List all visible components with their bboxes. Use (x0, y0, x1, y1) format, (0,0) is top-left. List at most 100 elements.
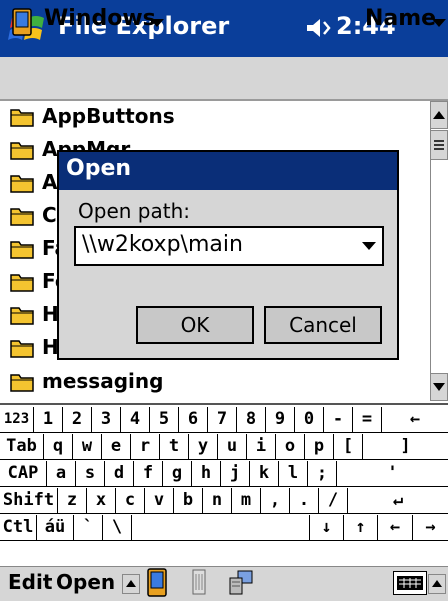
key-6[interactable]: 6 (179, 407, 208, 433)
key-ctl[interactable]: Ctl (0, 515, 37, 541)
key-tab[interactable]: Tab (0, 434, 44, 460)
folder-icon (10, 142, 34, 160)
key-3[interactable]: 3 (92, 407, 121, 433)
key-right-bracket[interactable]: ] (363, 434, 448, 460)
keyboard-row: CAP a s d f g h j k l ; ' (0, 461, 448, 488)
key-apostrophe[interactable]: ' (337, 461, 448, 487)
key-5[interactable]: 5 (150, 407, 179, 433)
dialog-title: Open (66, 156, 132, 181)
cancel-button[interactable]: Cancel (264, 306, 382, 344)
edit-menu[interactable]: Edit (8, 570, 52, 594)
key-8[interactable]: 8 (237, 407, 266, 433)
key-shift[interactable]: Shift (0, 488, 58, 514)
key-w[interactable]: w (73, 434, 102, 460)
key-d[interactable]: d (105, 461, 134, 487)
key-b[interactable]: b (174, 488, 203, 514)
chevron-down-icon[interactable] (362, 242, 376, 250)
key-q[interactable]: q (44, 434, 73, 460)
chevron-down-icon[interactable] (432, 19, 446, 27)
ok-button[interactable]: OK (136, 306, 254, 344)
computer-icon[interactable] (228, 568, 254, 598)
key-semicolon[interactable]: ; (308, 461, 337, 487)
scroll-down-button[interactable] (430, 373, 448, 401)
path-label: Open path: (78, 199, 190, 223)
device-icon[interactable] (146, 568, 168, 598)
key-j[interactable]: j (221, 461, 250, 487)
sort-picker[interactable]: Name (365, 6, 436, 31)
key-1[interactable]: 1 (34, 407, 63, 433)
key-accents[interactable]: áü (37, 515, 74, 541)
key-z[interactable]: z (58, 488, 87, 514)
key-l[interactable]: l (279, 461, 308, 487)
key-left[interactable]: ← (378, 515, 413, 541)
folder-picker[interactable]: Windows (44, 6, 156, 31)
file-name: C (42, 203, 57, 227)
key-0[interactable]: 0 (295, 407, 324, 433)
key-m[interactable]: m (232, 488, 261, 514)
scroll-thumb[interactable] (430, 130, 448, 160)
keyboard-icon[interactable] (393, 571, 427, 595)
key-7[interactable]: 7 (208, 407, 237, 433)
key-right[interactable]: → (413, 515, 448, 541)
folder-icon (10, 208, 34, 226)
key-c[interactable]: c (116, 488, 145, 514)
key-e[interactable]: e (102, 434, 131, 460)
key-x[interactable]: x (87, 488, 116, 514)
list-item[interactable]: messaging (0, 366, 430, 399)
key-2[interactable]: 2 (63, 407, 92, 433)
folder-icon (10, 374, 34, 392)
key-comma[interactable]: , (261, 488, 290, 514)
key-enter[interactable]: ↵ (348, 488, 448, 514)
key-p[interactable]: p (305, 434, 334, 460)
key-backspace[interactable]: ← (382, 407, 448, 433)
key-f[interactable]: f (134, 461, 163, 487)
key-r[interactable]: r (131, 434, 160, 460)
key-backslash[interactable]: \ (103, 515, 132, 541)
key-k[interactable]: k (250, 461, 279, 487)
documents-icon[interactable] (189, 568, 209, 598)
key-4[interactable]: 4 (121, 407, 150, 433)
arrow-up-icon (433, 111, 445, 119)
key-g[interactable]: g (163, 461, 192, 487)
path-value[interactable]: \\w2koxp\main (82, 232, 243, 257)
key-left-bracket[interactable]: [ (334, 434, 363, 460)
key-o[interactable]: o (276, 434, 305, 460)
key-space[interactable] (132, 515, 310, 541)
folder-icon (10, 109, 34, 127)
key-up[interactable]: ↑ (344, 515, 378, 541)
keyboard-row: 123 1 2 3 4 5 6 7 8 9 0 - = ← (0, 407, 448, 434)
list-item[interactable]: AppButtons (0, 101, 430, 134)
key-minus[interactable]: - (324, 407, 353, 433)
key-a[interactable]: a (47, 461, 76, 487)
key-y[interactable]: y (189, 434, 218, 460)
arrow-up-icon[interactable] (428, 574, 446, 594)
key-v[interactable]: v (145, 488, 174, 514)
key-t[interactable]: t (160, 434, 189, 460)
key-down[interactable]: ↓ (310, 515, 344, 541)
arrow-up-icon[interactable] (122, 574, 140, 594)
keyboard-row: Tab q w e r t y u i o p [ ] (0, 434, 448, 461)
grip-icon (434, 140, 444, 150)
device-icon[interactable] (12, 8, 32, 36)
folder-icon (10, 241, 34, 259)
key-123[interactable]: 123 (0, 407, 34, 433)
folder-icon (10, 340, 34, 358)
key-9[interactable]: 9 (266, 407, 295, 433)
key-u[interactable]: u (218, 434, 247, 460)
key-slash[interactable]: / (319, 488, 348, 514)
key-n[interactable]: n (203, 488, 232, 514)
key-h[interactable]: h (192, 461, 221, 487)
keyboard-row: Ctl áü ` \ ↓ ↑ ← → (0, 515, 448, 542)
key-backtick[interactable]: ` (74, 515, 103, 541)
open-menu[interactable]: Open (56, 570, 115, 594)
scroll-up-button[interactable] (430, 101, 448, 129)
key-period[interactable]: . (290, 488, 319, 514)
chevron-down-icon[interactable] (150, 19, 164, 27)
file-name: A (42, 170, 58, 194)
speaker-icon[interactable] (305, 16, 333, 40)
key-s[interactable]: s (76, 461, 105, 487)
arrow-down-icon (433, 383, 445, 391)
key-equals[interactable]: = (353, 407, 382, 433)
key-caps[interactable]: CAP (0, 461, 47, 487)
key-i[interactable]: i (247, 434, 276, 460)
